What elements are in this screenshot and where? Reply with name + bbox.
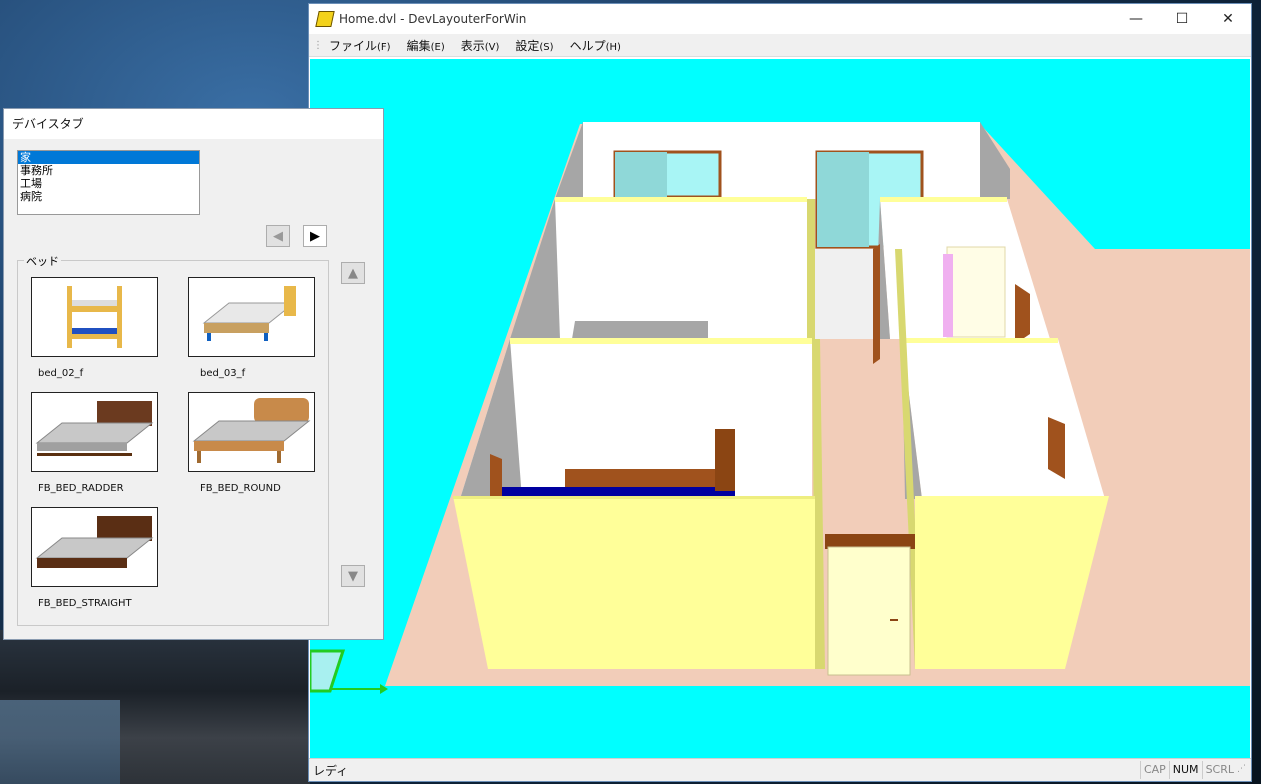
status-text: レディ [313, 763, 349, 778]
straight-bed-thumbnail [35, 516, 154, 568]
floor-plan-3d-render [310, 122, 1250, 694]
device-item-bed_02_f[interactable] [31, 277, 158, 357]
menu-bar: ⋮ ファイル(F) 編集(E) 表示(V) 設定(S) ヘルプ(H) [309, 34, 1251, 57]
scroll-up-icon: ▲ [348, 265, 358, 281]
door-left-wall [490, 454, 502, 499]
device-item-FB_BED_RADDER[interactable] [31, 392, 158, 472]
close-button[interactable]: ✕ [1205, 4, 1251, 34]
device-item-bed_03_f[interactable] [188, 277, 315, 357]
window-title: Home.dvl - DevLayouterForWin [339, 12, 527, 26]
bed-group: ベッド bed_02_f bed_03_f FB_BED_RADDER FB_B… [17, 253, 329, 626]
num-indicator: NUM [1168, 761, 1202, 779]
radder-bed-thumbnail [35, 401, 154, 456]
scroll-down-button[interactable]: ▼ [341, 565, 365, 587]
device-label-FB_BED_RADDER: FB_BED_RADDER [38, 483, 124, 494]
menu-help[interactable]: ヘルプ(H) [562, 37, 629, 54]
next-arrow-icon: ▶ [310, 228, 320, 244]
scroll-up-button[interactable]: ▲ [341, 262, 365, 284]
round-bed-thumbnail [192, 398, 311, 463]
device-label-FB_BED_STRAIGHT: FB_BED_STRAIGHT [38, 598, 132, 609]
status-bar: レディ CAP NUM SCRL ⋰ [309, 758, 1251, 781]
single-bed-thumbnail [202, 286, 296, 341]
door-right-wall [1015, 284, 1030, 344]
device-tab-title[interactable]: デバイスタブ [4, 109, 383, 139]
minimize-button[interactable]: — [1113, 4, 1159, 34]
group-label: ベッド [24, 253, 61, 269]
desktop-water [0, 700, 120, 784]
device-label-FB_BED_ROUND: FB_BED_ROUND [200, 483, 281, 494]
category-item-hospital[interactable]: 病院 [18, 190, 199, 203]
prev-arrow-icon: ◀ [273, 228, 283, 244]
wardrobe [946, 246, 1006, 338]
maximize-button[interactable]: ☐ [1159, 4, 1205, 34]
device-item-FB_BED_STRAIGHT[interactable] [31, 507, 158, 587]
resize-grip-icon[interactable]: ⋰ [1237, 764, 1249, 776]
bunk-bed-thumbnail [67, 286, 122, 348]
front-wall-left [453, 496, 815, 669]
front-wall-top-left [453, 496, 815, 499]
scrl-indicator: SCRL [1201, 761, 1237, 779]
corridor-back [815, 249, 875, 339]
device-tab-panel: デバイスタブ 家 事務所 工場 病院 ◀ ▶ ベッド bed_02_f bed_… [3, 108, 384, 640]
corridor-door-left [873, 244, 880, 364]
menu-grip-icon: ⋮ [313, 39, 323, 51]
front-door [827, 546, 911, 676]
device-label-bed_02_f: bed_02_f [38, 368, 84, 379]
cap-indicator: CAP [1139, 761, 1169, 779]
scroll-down-icon: ▼ [348, 568, 358, 584]
door-right-front [1048, 417, 1065, 479]
app-icon [315, 11, 335, 27]
prev-page-button[interactable]: ◀ [266, 225, 290, 247]
device-label-bed_03_f: bed_03_f [200, 368, 246, 379]
next-page-button[interactable]: ▶ [303, 225, 327, 247]
device-item-FB_BED_ROUND[interactable] [188, 392, 315, 472]
title-bar[interactable]: Home.dvl - DevLayouterForWin — ☐ ✕ [309, 4, 1251, 34]
menu-edit[interactable]: 編集(E) [399, 37, 453, 54]
category-item-factory[interactable]: 工場 [18, 177, 199, 190]
category-item-office[interactable]: 事務所 [18, 164, 199, 177]
menu-view[interactable]: 表示(V) [453, 37, 508, 54]
partition-center [807, 199, 815, 339]
category-item-home[interactable]: 家 [18, 151, 199, 164]
main-window: Home.dvl - DevLayouterForWin — ☐ ✕ ⋮ ファイ… [308, 3, 1252, 782]
menu-settings[interactable]: 設定(S) [507, 37, 561, 54]
category-list[interactable]: 家 事務所 工場 病院 [17, 150, 200, 215]
axis-indicator [310, 649, 346, 693]
3d-viewport[interactable] [310, 59, 1250, 762]
menu-file[interactable]: ファイル(F) [321, 37, 399, 54]
